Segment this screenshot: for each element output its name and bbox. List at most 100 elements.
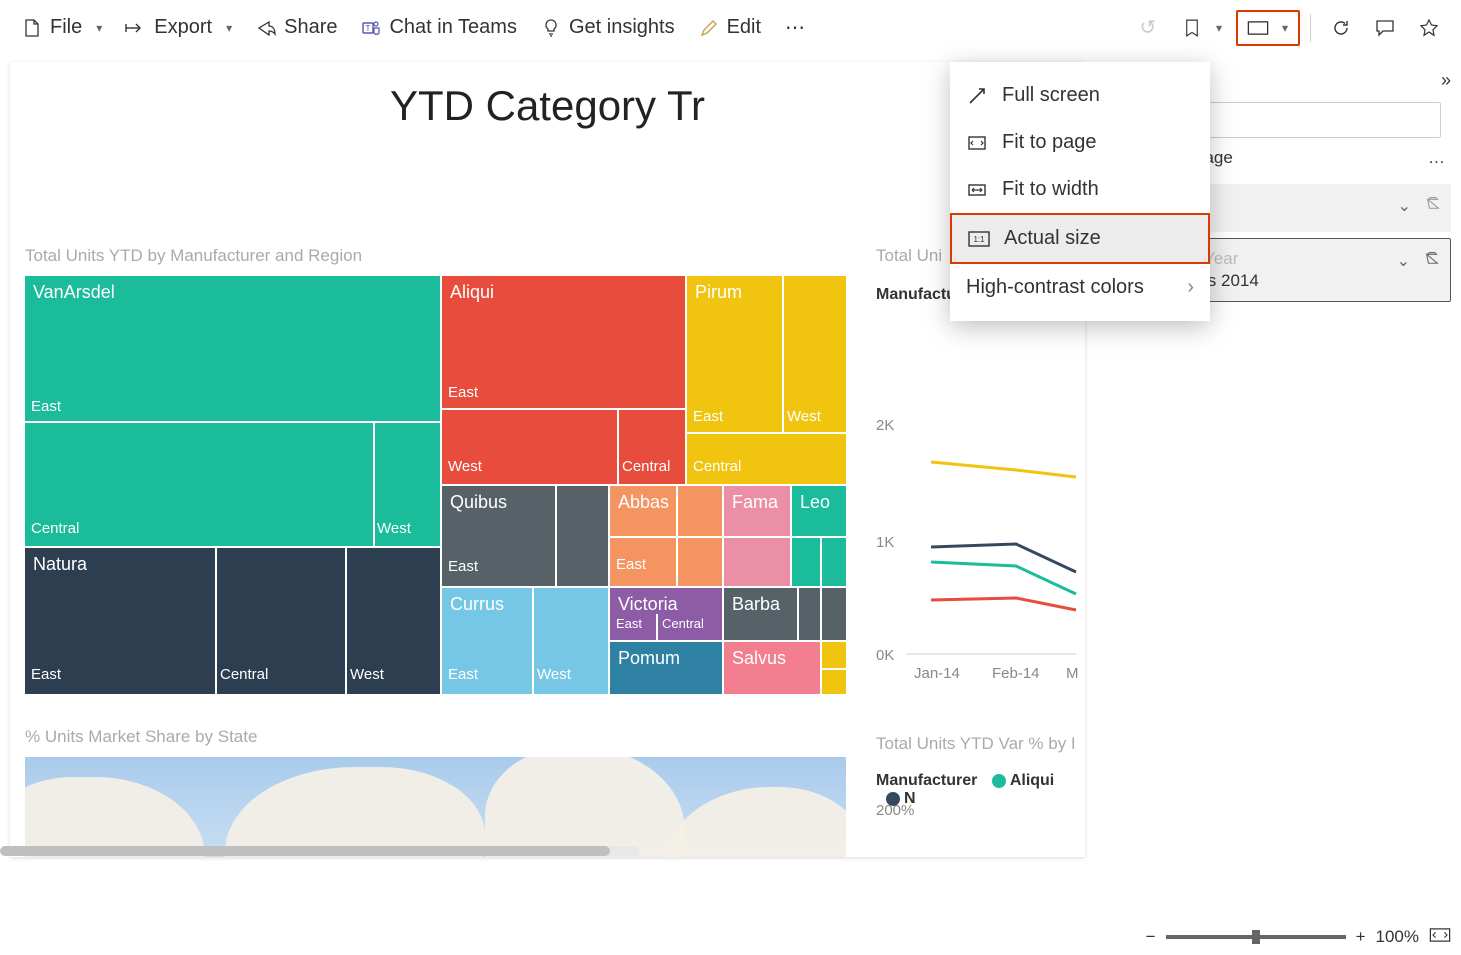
legend-a: Aliqui <box>1010 772 1054 789</box>
favorite-button[interactable] <box>1409 12 1449 44</box>
treemap-cell-barba-2[interactable] <box>822 588 846 640</box>
svg-text:1:1: 1:1 <box>973 235 985 244</box>
share-button[interactable]: Share <box>246 10 347 45</box>
export-label: Export <box>154 16 212 39</box>
cell-sub: East <box>448 666 478 683</box>
menu-high-contrast[interactable]: High-contrast colors › <box>950 264 1210 311</box>
cell-sub: Central <box>220 666 268 683</box>
ytick: 200% <box>876 802 914 819</box>
cell-label: Salvus <box>732 648 786 668</box>
treemap-cell-currus[interactable]: Currus East West <box>442 588 608 694</box>
menu-full-screen[interactable]: Full screen <box>950 72 1210 119</box>
cell-label: Barba <box>732 594 780 614</box>
comment-button[interactable] <box>1365 12 1405 44</box>
actual-size-icon: 1:1 <box>968 228 990 250</box>
zoom-out-button[interactable]: − <box>1146 927 1156 947</box>
file-label: File <box>50 16 82 39</box>
page-title: YTD Category Tr <box>10 82 1085 130</box>
zoom-in-button[interactable]: + <box>1356 927 1366 947</box>
bookmark-button[interactable]: ▾ <box>1172 12 1232 44</box>
cell-sub: Central <box>622 458 670 475</box>
chat-label: Chat in Teams <box>389 16 516 39</box>
filter-year-value: is 2014 <box>1204 271 1438 291</box>
treemap-cell-natura[interactable]: Natura East Central West <box>25 548 440 694</box>
cell-sub: East <box>693 408 723 425</box>
zoom-bar: − + 100% <box>1146 927 1451 947</box>
line-chart-1[interactable]: 2K 1K 0K Jan-14 Feb-14 M <box>876 322 1076 682</box>
view-mode-button[interactable]: ▾ <box>1236 10 1300 46</box>
zoom-thumb[interactable] <box>1252 930 1260 944</box>
chevron-down-icon[interactable]: ⌄ <box>1398 196 1411 216</box>
cell-sub: Central <box>31 520 79 537</box>
file-menu[interactable]: File ▾ <box>12 10 112 45</box>
filter-search-input[interactable] <box>1191 102 1441 138</box>
view-icon <box>1248 18 1268 38</box>
edit-label: Edit <box>727 16 761 39</box>
cell-label: Quibus <box>450 492 507 512</box>
chevron-right-icon: › <box>1187 276 1194 299</box>
cell-sub: East <box>616 616 642 631</box>
ytick: 0K <box>876 647 894 664</box>
edit-button[interactable]: Edit <box>689 10 771 45</box>
expand-filters-icon[interactable]: » <box>1441 70 1451 91</box>
insights-button[interactable]: Get insights <box>531 10 685 45</box>
map-visual[interactable] <box>25 757 846 857</box>
cell-label: Currus <box>450 594 504 614</box>
clear-filter-icon[interactable] <box>1424 249 1440 270</box>
menu-actual-size[interactable]: 1:1 Actual size <box>950 213 1210 264</box>
cell-sub: East <box>31 666 61 683</box>
menu-fit-width[interactable]: Fit to width <box>950 166 1210 213</box>
more-icon: ⋯ <box>785 18 805 38</box>
cell-sub: East <box>448 384 478 401</box>
comment-icon <box>1375 18 1395 38</box>
line-series-dark <box>931 544 1076 572</box>
export-icon <box>126 18 146 38</box>
cell-label: Pirum <box>695 282 742 302</box>
cell-label: Natura <box>33 554 87 574</box>
chevron-down-icon: ▾ <box>1282 21 1288 35</box>
treemap-cell-aliqui[interactable]: Aliqui East West Central <box>442 276 685 484</box>
treemap-cell-pirum[interactable]: Pirum East West Central <box>687 276 846 484</box>
line-series-yellow <box>931 462 1076 477</box>
filter-card-generic[interactable]: ⌄ <box>1191 184 1451 232</box>
legend-label: Manufacturer <box>876 772 977 789</box>
report-canvas[interactable]: YTD Category Tr Total Units YTD by Manuf… <box>10 62 1085 857</box>
cell-sub: East <box>616 556 646 573</box>
line-series-teal <box>931 562 1076 594</box>
chevron-down-icon: ▾ <box>1216 21 1222 35</box>
view-dropdown: Full screen Fit to page Fit to width 1:1… <box>950 62 1210 321</box>
menu-label: Fit to width <box>1002 178 1099 201</box>
filters-pane: » page … ⌄ Year is 2014 ⌄ <box>1191 62 1451 862</box>
treemap-cell-victoria[interactable]: Victoria East Central <box>610 588 722 640</box>
overflow-menu[interactable]: ⋯ <box>775 12 815 44</box>
treemap-visual[interactable]: VanArsdel East Central West Natura East … <box>25 276 846 694</box>
svg-text:T: T <box>366 24 371 33</box>
line2-title: Total Units YTD Var % by I <box>876 734 1076 754</box>
ytick: 1K <box>876 534 894 551</box>
legend-dot-aliqui <box>992 774 1006 788</box>
menu-fit-page[interactable]: Fit to page <box>950 119 1210 166</box>
more-icon[interactable]: … <box>1428 148 1447 168</box>
fit-page-icon[interactable] <box>1429 927 1451 947</box>
reset-icon: ↺ <box>1138 18 1158 38</box>
zoom-slider[interactable] <box>1166 935 1346 939</box>
xtick: Jan-14 <box>914 665 960 682</box>
chevron-down-icon[interactable]: ⌄ <box>1397 251 1410 271</box>
horizontal-scrollbar[interactable] <box>0 846 640 856</box>
cell-sub: West <box>448 458 482 475</box>
refresh-button[interactable] <box>1321 12 1361 44</box>
clear-filter-icon[interactable] <box>1425 194 1441 215</box>
filters-section-header[interactable]: page … <box>1191 138 1451 178</box>
cell-sub: West <box>537 666 571 683</box>
export-menu[interactable]: Export ▾ <box>116 10 242 45</box>
treemap-cell-vanarsdel[interactable]: VanArsdel East Central West <box>25 276 440 546</box>
reset-button[interactable]: ↺ <box>1128 12 1168 44</box>
filter-card-year[interactable]: Year is 2014 ⌄ <box>1191 238 1451 302</box>
chat-teams-button[interactable]: T Chat in Teams <box>351 10 526 45</box>
treemap-cell-barba[interactable]: Barba <box>724 588 820 640</box>
treemap-cell-salvus[interactable]: Salvus <box>724 642 820 694</box>
treemap-cell-pomum[interactable]: Pomum <box>610 642 722 694</box>
cell-label: Fama <box>732 492 778 512</box>
treemap-cell-quibus[interactable]: Quibus East <box>442 486 608 586</box>
menu-label: Full screen <box>1002 84 1100 107</box>
